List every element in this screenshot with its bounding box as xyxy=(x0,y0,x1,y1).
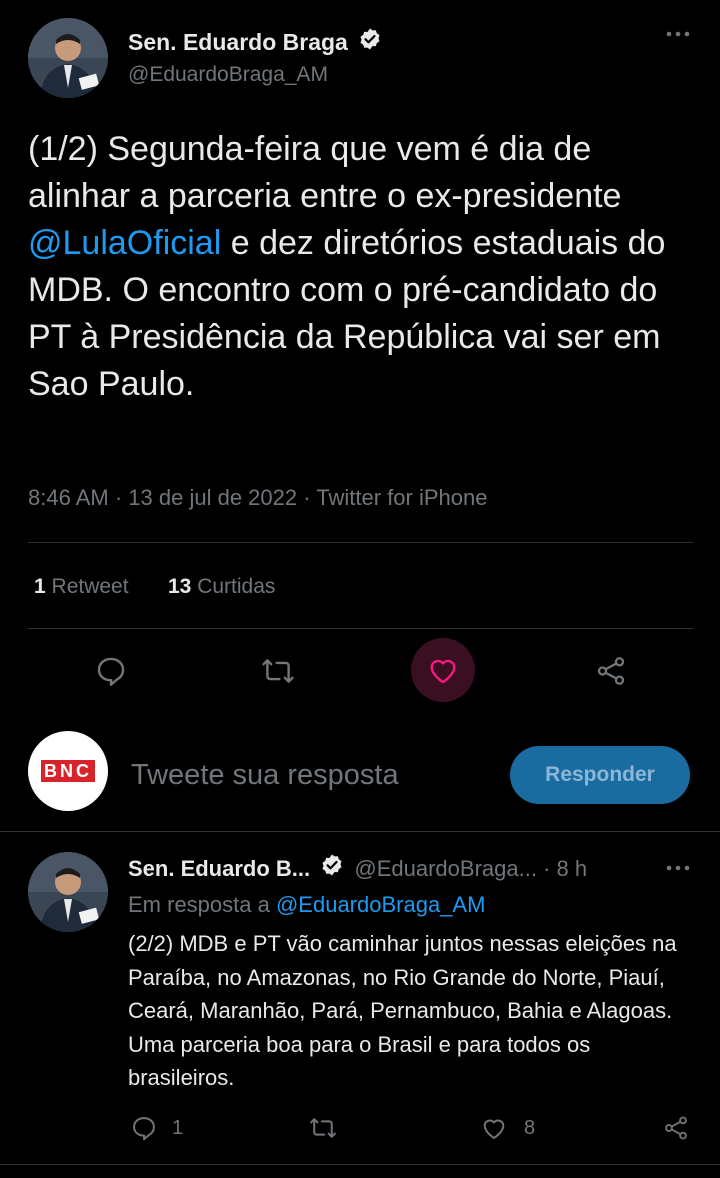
bnc-logo: BNC xyxy=(41,760,95,782)
reply-text: (2/2) MDB e PT vão caminhar juntos nessa… xyxy=(128,931,677,1090)
share-icon[interactable] xyxy=(662,1114,690,1142)
tweet-time[interactable]: 8:46 AM xyxy=(28,485,109,510)
like-icon xyxy=(480,1114,508,1142)
reply-reply-button[interactable]: 1 xyxy=(130,1114,183,1142)
reply-icon[interactable] xyxy=(94,654,128,688)
tweet-text-part1: (1/2) Segunda-feira que vem é dia de ali… xyxy=(28,130,622,215)
reply-button[interactable]: Responder xyxy=(510,746,690,804)
like-icon xyxy=(426,653,460,687)
reply-reply-count: 1 xyxy=(172,1116,184,1139)
composer-avatar[interactable]: BNC xyxy=(28,731,108,811)
reply-age[interactable]: 8 h xyxy=(557,856,588,881)
in-reply-to: Em resposta a @EduardoBraga_AM xyxy=(128,891,485,919)
reply-author-avatar[interactable] xyxy=(28,852,108,932)
reply-icon xyxy=(130,1114,158,1142)
in-reply-prefix: Em resposta a xyxy=(128,892,270,917)
tweet-meta: 8:46 AM · 13 de jul de 2022 · Twitter fo… xyxy=(28,485,488,510)
mention-link[interactable]: @LulaOficial xyxy=(28,224,221,262)
tweet-date[interactable]: 13 de jul de 2022 xyxy=(128,485,297,510)
likes-label: Curtidas xyxy=(197,575,276,598)
more-icon[interactable] xyxy=(664,24,692,50)
reply-input[interactable]: Tweete sua resposta xyxy=(131,758,399,792)
reply-like-count: 8 xyxy=(524,1116,536,1139)
like-button[interactable] xyxy=(411,638,475,702)
retweet-icon[interactable] xyxy=(260,654,296,688)
author-avatar[interactable] xyxy=(28,18,108,98)
reply-header: Sen. Eduardo B... @EduardoBraga... · 8 h xyxy=(128,853,588,884)
retweet-count: 1 xyxy=(34,575,46,598)
divider xyxy=(0,831,720,832)
divider xyxy=(0,1164,720,1165)
author-name[interactable]: Sen. Eduardo Braga xyxy=(128,28,382,57)
retweet-stat[interactable]: 1 Retweet xyxy=(34,574,129,600)
bnc-logo-text: BNC xyxy=(41,760,95,782)
divider xyxy=(28,542,693,543)
tweet-text: (1/2) Segunda-feira que vem é dia de ali… xyxy=(28,126,696,408)
retweet-icon[interactable] xyxy=(308,1114,338,1142)
tweet-source[interactable]: Twitter for iPhone xyxy=(316,485,487,510)
in-reply-handle[interactable]: @EduardoBraga_AM xyxy=(276,892,485,917)
author-name-text[interactable]: Sen. Eduardo Braga xyxy=(128,29,348,55)
divider xyxy=(28,628,693,629)
verified-icon xyxy=(320,853,344,884)
likes-stat[interactable]: 13 Curtidas xyxy=(168,574,275,600)
likes-count: 13 xyxy=(168,575,192,598)
reply-author-name[interactable]: Sen. Eduardo B... xyxy=(128,856,310,881)
reply-like-button[interactable]: 8 xyxy=(480,1114,535,1142)
share-icon[interactable] xyxy=(594,654,628,688)
verified-icon xyxy=(358,27,382,57)
reply-author-handle[interactable]: @EduardoBraga... xyxy=(354,856,537,881)
retweet-label: Retweet xyxy=(51,575,129,598)
more-icon[interactable] xyxy=(664,858,692,884)
author-handle[interactable]: @EduardoBraga_AM xyxy=(128,62,328,88)
